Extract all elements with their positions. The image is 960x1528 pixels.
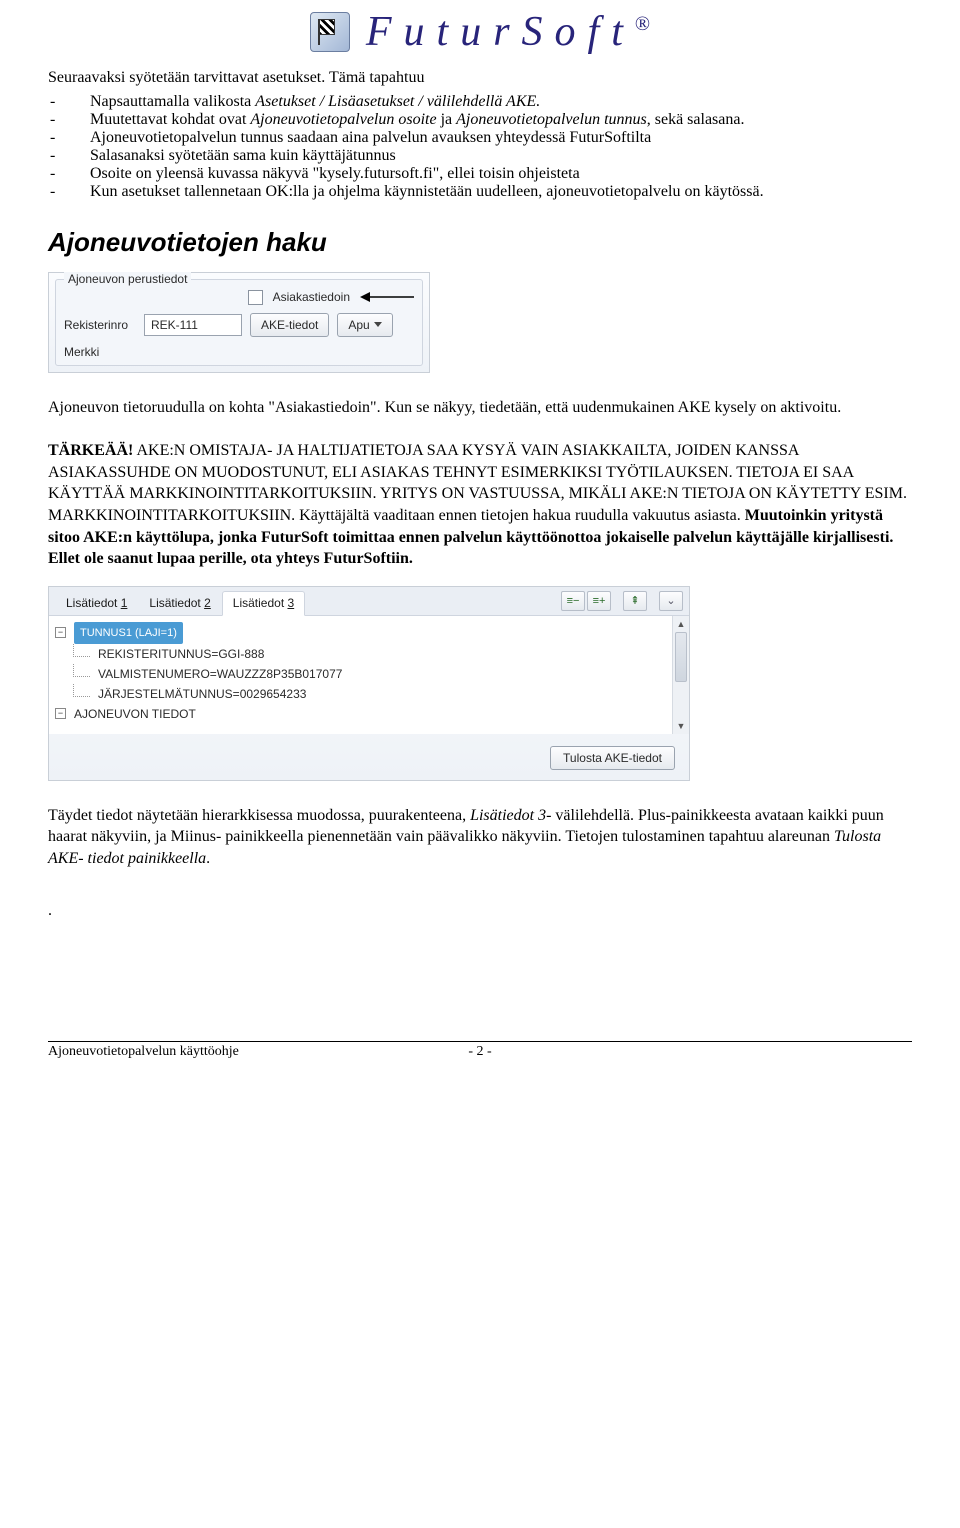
- collapse-icon[interactable]: −: [55, 708, 66, 719]
- tree-root-ajoneuvon-tiedot[interactable]: − AJONEUVON TIEDOT: [53, 704, 668, 724]
- page-footer: Ajoneuvotietopalvelun käyttöohje - 2 -: [48, 1041, 912, 1060]
- tab-lisatiedot-3[interactable]: Lisätiedot 3: [222, 591, 305, 616]
- checkbox-label: Asiakastiedoin: [273, 290, 350, 304]
- toolbar-divider: [613, 592, 621, 610]
- field-label-merkki: Merkki: [64, 345, 136, 359]
- expand-all-button[interactable]: ≡+: [587, 591, 611, 611]
- scroll-up-icon[interactable]: ▲: [673, 616, 689, 632]
- lone-period: .: [48, 900, 912, 922]
- list-item: - Napsauttamalla valikosta Asetukset / L…: [48, 93, 912, 111]
- footer-page-number: - 2 -: [440, 1044, 520, 1060]
- scroll-thumb[interactable]: [675, 632, 687, 682]
- tree-node-label: TUNNUS1 (LAJI=1): [74, 622, 183, 644]
- groupbox-legend: Ajoneuvon perustiedot: [64, 272, 191, 286]
- tree-node-label: AJONEUVON TIEDOT: [74, 704, 196, 724]
- intro-bullets: - Napsauttamalla valikosta Asetukset / L…: [48, 93, 912, 201]
- warning-paragraph: TÄRKEÄÄ! AKE:N OMISTAJA- JA HALTIJATIETO…: [48, 440, 912, 570]
- flag-icon: [310, 12, 350, 52]
- intro-line: Seuraavaksi syötetään tarvittavat asetuk…: [48, 67, 912, 89]
- list-item: - Kun asetukset tallennetaan OK:lla ja o…: [48, 183, 912, 201]
- scroll-down-icon[interactable]: ▼: [673, 718, 689, 734]
- header-logo: FuturSoft®: [48, 0, 912, 67]
- screenshot-lisatiedot: Lisätiedot 1 Lisätiedot 2 Lisätiedot 3 ≡…: [48, 586, 690, 781]
- tree-child[interactable]: JÄRJESTELMÄTUNNUS=0029654233: [53, 684, 668, 704]
- tree-child[interactable]: VALMISTENUMERO=WAUZZZ8P35B017077: [53, 664, 668, 684]
- print-ake-button[interactable]: Tulosta AKE-tiedot: [550, 746, 675, 770]
- rekisterinro-input[interactable]: REK-111: [144, 314, 242, 336]
- tail-paragraph: Täydet tiedot näytetään hierarkkisessa m…: [48, 805, 912, 870]
- tree-view[interactable]: − TUNNUS1 (LAJI=1) REKISTERITUNNUS=GGI-8…: [49, 616, 672, 734]
- tab-strip: Lisätiedot 1 Lisätiedot 2 Lisätiedot 3 ≡…: [49, 587, 689, 616]
- tree-root-tunnus1[interactable]: − TUNNUS1 (LAJI=1): [53, 622, 668, 644]
- chevron-down-icon: [374, 322, 382, 327]
- logo-text: FuturSoft®: [366, 8, 650, 56]
- footer-title: Ajoneuvotietopalvelun käyttöohje: [48, 1044, 440, 1060]
- checkbox-asiakastiedoin[interactable]: [248, 290, 263, 305]
- paragraph: Ajoneuvon tietoruudulla on kohta "Asiaka…: [48, 397, 912, 419]
- tab-lisatiedot-1[interactable]: Lisätiedot 1: [55, 591, 138, 615]
- collapse-icon[interactable]: −: [55, 627, 66, 638]
- apu-dropdown[interactable]: Apu: [337, 313, 392, 337]
- tree-child[interactable]: REKISTERITUNNUS=GGI-888: [53, 644, 668, 664]
- vertical-scrollbar[interactable]: ▲ ▼: [672, 616, 689, 734]
- tab-lisatiedot-2[interactable]: Lisätiedot 2: [138, 591, 221, 615]
- screenshot-ajoneuvon-perustiedot: Ajoneuvon perustiedot Asiakastiedoin Rek…: [48, 272, 430, 373]
- tree-collapse-button[interactable]: ⇞: [623, 591, 647, 611]
- ake-tiedot-button[interactable]: AKE-tiedot: [250, 313, 329, 337]
- section-heading: Ajoneuvotietojen haku: [48, 227, 912, 258]
- arrow-annotation-icon: [360, 290, 414, 304]
- list-item: - Salasanaksi syötetään sama kuin käyttä…: [48, 147, 912, 165]
- toolbar-overflow-button[interactable]: ⌄: [659, 591, 683, 611]
- collapse-all-button[interactable]: ≡−: [561, 591, 585, 611]
- field-label-rekisterinro: Rekisterinro: [64, 318, 136, 332]
- toolbar-divider: [649, 592, 657, 610]
- list-item: - Muutettavat kohdat ovat Ajoneuvotietop…: [48, 111, 912, 129]
- list-item: - Ajoneuvotietopalvelun tunnus saadaan a…: [48, 129, 912, 147]
- list-item: - Osoite on yleensä kuvassa näkyvä "kyse…: [48, 165, 912, 183]
